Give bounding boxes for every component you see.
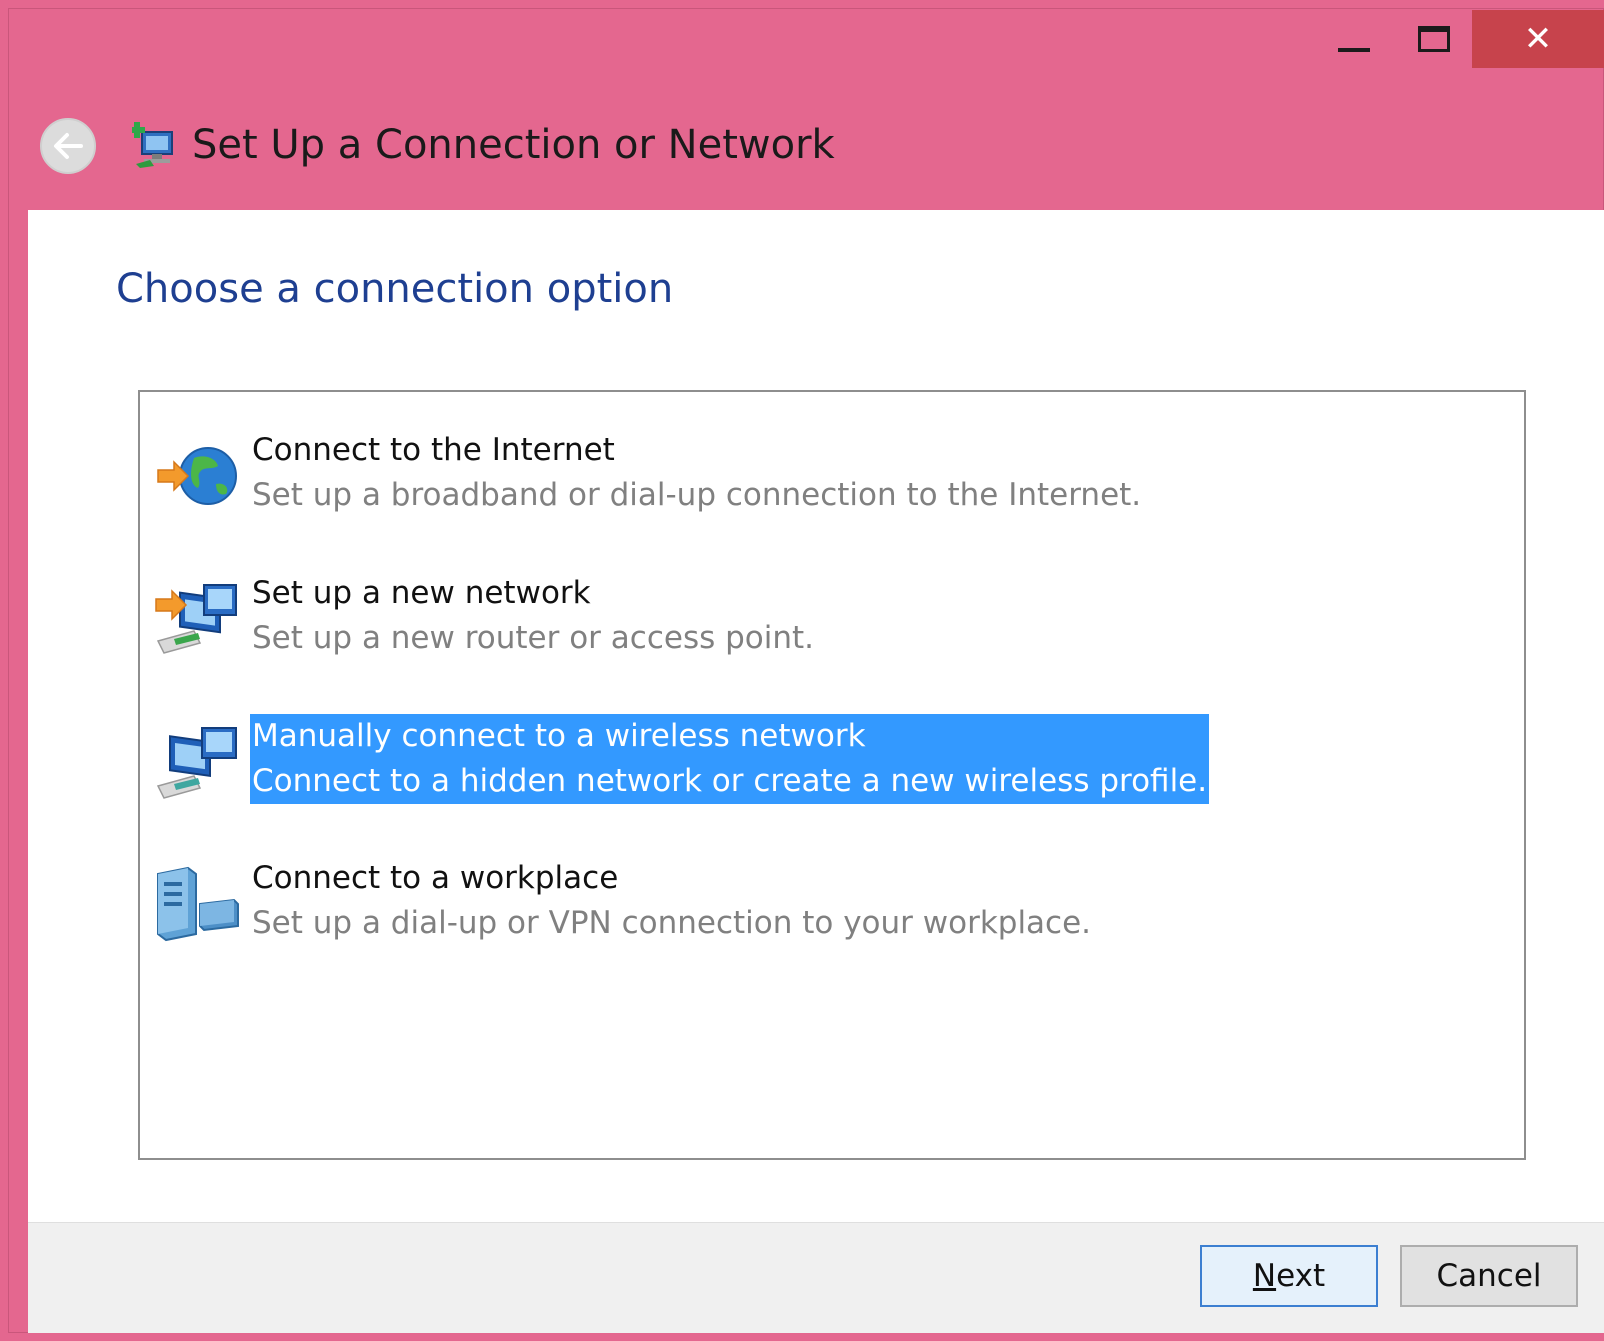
next-accesskey: N	[1252, 1258, 1277, 1294]
back-button[interactable]	[40, 118, 96, 174]
close-button[interactable]: ✕	[1472, 10, 1604, 68]
next-button-label: Next	[1253, 1258, 1325, 1294]
connection-options-list[interactable]: Connect to the Internet Set up a broadba…	[138, 390, 1526, 1160]
window-title: Set Up a Connection or Network	[192, 122, 835, 168]
minimize-icon	[1338, 48, 1370, 52]
wireless-network-icon	[156, 727, 237, 799]
option-title: Connect to a workplace	[252, 860, 619, 896]
option-text: Connect to the Internet Set up a broadba…	[250, 428, 1143, 518]
page-heading: Choose a connection option	[116, 266, 674, 312]
new-network-icon	[155, 584, 237, 654]
option-text: Connect to a workplace Set up a dial-up …	[250, 856, 1093, 946]
globe-connect-icon	[157, 447, 237, 505]
maximize-icon	[1418, 26, 1450, 52]
next-label-rest: ext	[1276, 1258, 1326, 1294]
option-connect-workplace[interactable]: Connect to a workplace Set up a dial-up …	[150, 856, 1150, 956]
option-title: Connect to the Internet	[252, 432, 615, 468]
cancel-button[interactable]: Cancel	[1400, 1245, 1578, 1307]
workplace-server-icon	[157, 866, 239, 942]
option-text: Set up a new network Set up a new router…	[250, 571, 816, 661]
minimize-button[interactable]	[1318, 10, 1390, 68]
option-description: Set up a broadband or dial-up connection…	[252, 477, 1142, 513]
option-description: Connect to a hidden network or create a …	[252, 763, 1208, 799]
option-connect-internet[interactable]: Connect to the Internet Set up a broadba…	[150, 428, 1150, 528]
content-area: Choose a connection option Connect to th…	[28, 210, 1604, 1222]
next-button[interactable]: Next	[1200, 1245, 1378, 1307]
setup-connection-window: ✕ Set Up a Connection or Network Choose …	[0, 0, 1604, 1341]
maximize-button[interactable]	[1398, 10, 1470, 68]
back-arrow-icon	[54, 133, 83, 159]
option-title: Manually connect to a wireless network	[252, 718, 866, 754]
option-description: Set up a new router or access point.	[252, 620, 815, 656]
option-new-network[interactable]: Set up a new network Set up a new router…	[150, 571, 1150, 671]
dialog-footer: Next Cancel	[28, 1222, 1604, 1333]
option-description: Set up a dial-up or VPN connection to yo…	[252, 905, 1092, 941]
option-title: Set up a new network	[252, 575, 591, 611]
network-setup-icon	[132, 122, 173, 168]
option-manual-wireless[interactable]: Manually connect to a wireless network C…	[150, 714, 1210, 814]
close-icon: ✕	[1523, 19, 1553, 59]
option-text: Manually connect to a wireless network C…	[250, 714, 1210, 804]
